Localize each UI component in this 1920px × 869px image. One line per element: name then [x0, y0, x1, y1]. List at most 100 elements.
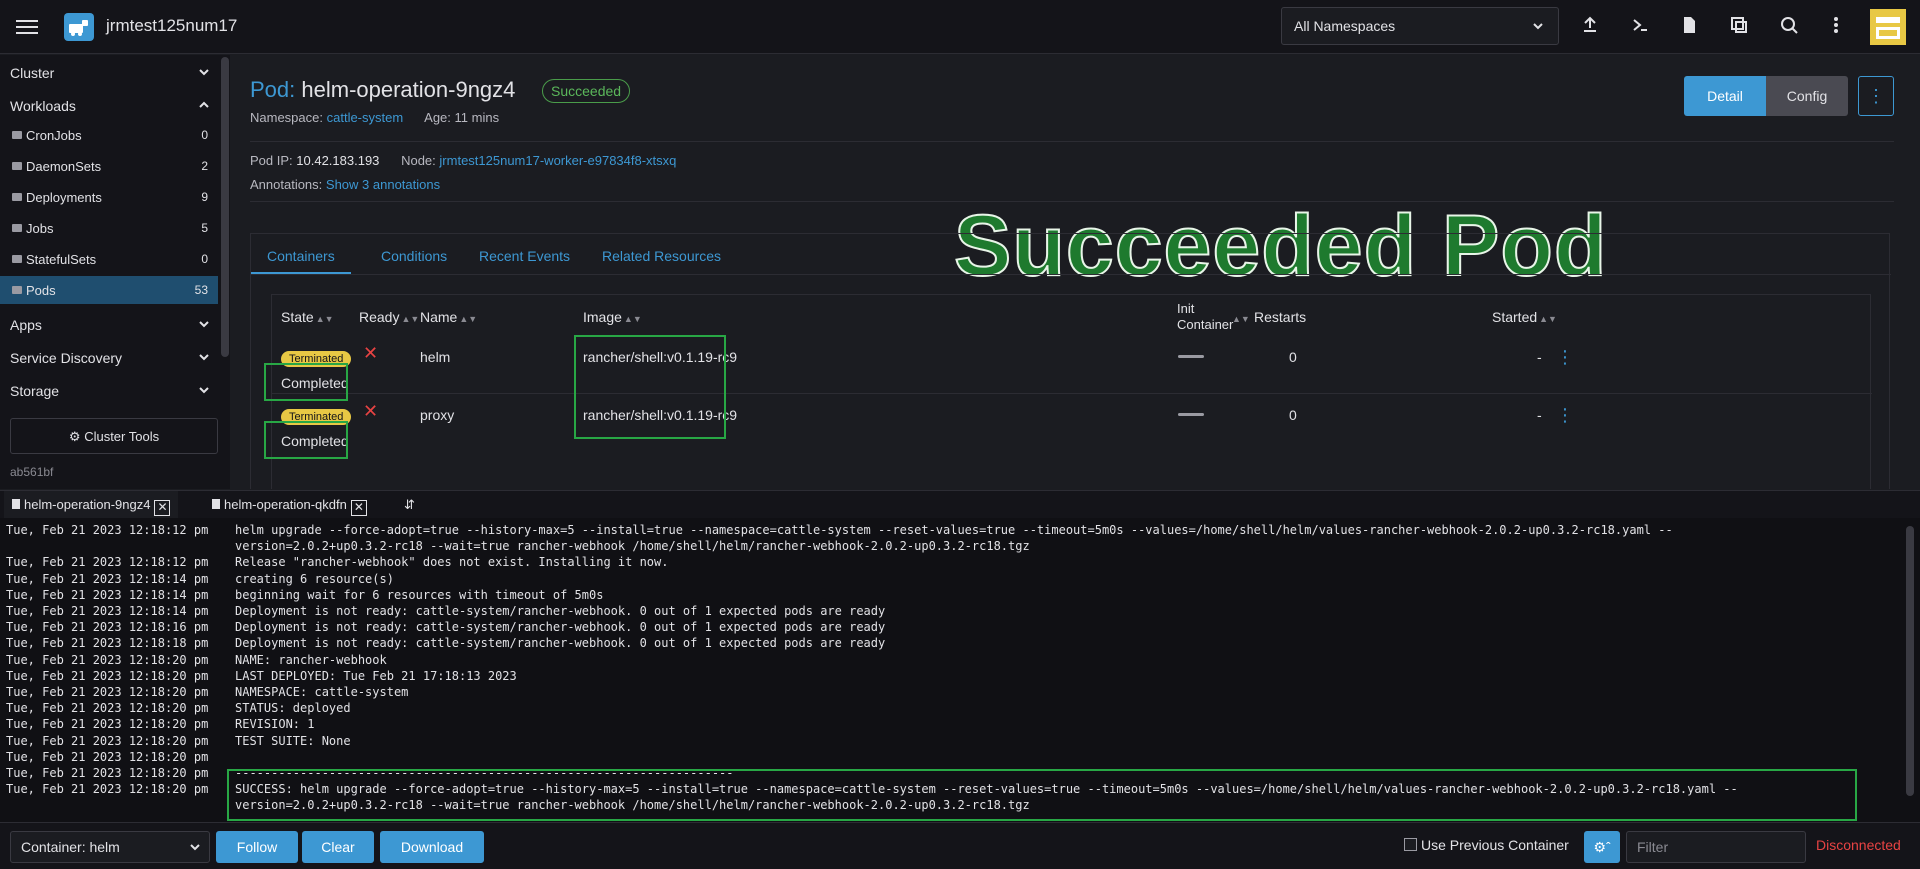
log-message: helm upgrade --force-adopt=true --histor…	[235, 523, 1673, 537]
log-message: STATUS: deployed	[235, 701, 351, 716]
sidebar-item-count: 0	[201, 128, 208, 142]
column-header-init-container[interactable]: Init Container	[1177, 301, 1237, 333]
clear-button[interactable]: Clear	[302, 831, 374, 863]
config-button[interactable]: Config	[1766, 76, 1848, 116]
top-header: jrmtest125num17 All Namespaces	[0, 0, 1920, 54]
more-vertical-icon: ⋮	[1867, 85, 1885, 106]
sidebar-item-label: Deployments	[26, 190, 102, 205]
file-icon	[212, 499, 220, 509]
not-ready-icon: ✕	[363, 401, 379, 421]
sidebar-group-apps[interactable]: Apps	[0, 309, 218, 339]
tab-conditions[interactable]: Conditions	[365, 234, 463, 274]
sort-icon: ▲▼	[315, 314, 334, 324]
log-message: SUCCESS: helm upgrade --force-adopt=true…	[235, 782, 1738, 797]
sidebar-item-label: StatefulSets	[26, 252, 97, 267]
copy-kubeconfig-icon[interactable]	[1727, 15, 1751, 39]
column-header-ready[interactable]: Ready ▲▼	[359, 309, 419, 325]
sidebar-item-count: 53	[194, 283, 208, 297]
log-timestamp: Tue, Feb 21 2023 12:18:20 pm	[6, 766, 209, 780]
download-button[interactable]: Download	[380, 831, 484, 863]
log-timestamp: Tue, Feb 21 2023 12:18:16 pm	[6, 620, 209, 635]
log-timestamp: Tue, Feb 21 2023 12:18:12 pm	[6, 555, 209, 570]
log-scrollbar[interactable]	[1906, 526, 1914, 796]
cluster-name[interactable]: jrmtest125num17	[106, 16, 237, 36]
log-tabs: helm-operation-9ngz4 ✕ helm-operation-qkd…	[0, 490, 1920, 519]
expand-collapse-icon[interactable]: ⇵	[396, 491, 423, 519]
row-actions-icon[interactable]: ⋮	[1556, 405, 1574, 426]
cluster-logo-icon[interactable]	[64, 13, 94, 41]
upload-icon[interactable]	[1578, 15, 1602, 39]
follow-button[interactable]: Follow	[216, 831, 298, 863]
log-message: TEST SUITE: None	[235, 733, 351, 748]
resource-kind-link[interactable]: Pod:	[250, 77, 295, 102]
sidebar-scrollbar[interactable]	[221, 57, 229, 357]
menu-icon[interactable]	[16, 16, 38, 38]
folder-icon	[12, 286, 22, 294]
tab-related-resources[interactable]: Related Resources	[586, 234, 737, 274]
kubectl-shell-icon[interactable]	[1628, 15, 1652, 39]
tab-containers[interactable]: Containers	[251, 234, 351, 274]
search-icon[interactable]	[1777, 15, 1801, 39]
sort-icon: ▲▼	[459, 314, 478, 324]
sidebar-group-workloads[interactable]: Workloads	[0, 90, 218, 120]
column-header-state[interactable]: State ▲▼	[281, 309, 334, 325]
sidebar-item-label: Jobs	[26, 221, 54, 236]
log-tab-helm-operation-9ngz4[interactable]: helm-operation-9ngz4 ✕	[4, 491, 179, 519]
sort-icon: ▲▼	[401, 314, 420, 324]
chevron-down-icon	[190, 844, 200, 851]
close-icon[interactable]: ✕	[350, 500, 367, 516]
actions-menu-button[interactable]: ⋮	[1858, 76, 1894, 116]
column-header-name[interactable]: Name ▲▼	[420, 309, 477, 325]
status-badge: Succeeded	[542, 79, 631, 103]
chevron-down-icon	[199, 321, 209, 328]
sidebar-group-storage[interactable]: Storage	[0, 375, 218, 405]
log-message: NAME: rancher-webhook	[235, 652, 387, 667]
row-divider	[272, 393, 1872, 394]
user-avatar[interactable]	[1870, 9, 1906, 45]
sidebar-item-count: 2	[201, 159, 208, 173]
log-tab-helm-operation-qkdfn[interactable]: helm-operation-qkdfn ✕	[204, 491, 375, 519]
chevron-up-icon	[199, 101, 209, 108]
sidebar-group-label: Workloads	[10, 98, 76, 114]
container-select[interactable]: Container: helm	[10, 831, 210, 863]
pod-ip-label: Pod IP:	[250, 153, 293, 168]
sidebar-item-deployments[interactable]: Deployments 9	[0, 183, 218, 211]
node-link[interactable]: jrmtest125num17-worker-e97834f8-xtsxq	[439, 153, 676, 168]
log-timestamp: Tue, Feb 21 2023 12:18:20 pm	[6, 782, 209, 797]
log-timestamp: Tue, Feb 21 2023 12:18:20 pm	[6, 668, 209, 683]
close-icon[interactable]: ✕	[154, 500, 171, 516]
log-timestamp: Tue, Feb 21 2023 12:18:14 pm	[6, 571, 209, 586]
sidebar-item-cronjobs[interactable]: CronJobs 0	[0, 121, 218, 149]
sidebar-item-pods[interactable]: Pods 53	[0, 276, 218, 304]
log-timestamp: Tue, Feb 21 2023 12:18:14 pm	[6, 587, 209, 602]
age-value: 11 mins	[454, 110, 500, 125]
chevron-down-icon	[199, 69, 209, 76]
log-timestamp: Tue, Feb 21 2023 12:18:20 pm	[6, 652, 209, 667]
column-header-restarts[interactable]: Restarts	[1254, 309, 1306, 325]
container-name: helm	[420, 349, 451, 365]
cluster-tools-button[interactable]: ⚙ Cluster Tools	[10, 418, 218, 454]
filter-input[interactable]	[1626, 831, 1806, 863]
namespace-link[interactable]: cattle-system	[327, 110, 404, 125]
folder-icon	[12, 162, 22, 170]
highlight-box	[574, 335, 726, 439]
log-message: Deployment is not ready: cattle-system/r…	[235, 636, 886, 651]
sidebar-item-count: 9	[201, 190, 208, 204]
sidebar-item-daemonsets[interactable]: DaemonSets 2	[0, 152, 218, 180]
use-previous-checkbox[interactable]	[1404, 838, 1417, 851]
log-timestamp: Tue, Feb 21 2023 12:18:12 pm	[6, 523, 209, 537]
column-header-image[interactable]: Image ▲▼	[583, 309, 642, 325]
sidebar-item-statefulsets[interactable]: StatefulSets 0	[0, 245, 218, 273]
row-actions-icon[interactable]: ⋮	[1556, 347, 1574, 368]
namespace-select[interactable]: All Namespaces	[1281, 7, 1559, 45]
more-vertical-icon[interactable]	[1824, 15, 1848, 39]
sidebar-item-jobs[interactable]: Jobs 5	[0, 214, 218, 242]
sidebar-group-service-discovery[interactable]: Service Discovery	[0, 342, 218, 372]
detail-button[interactable]: Detail	[1684, 76, 1766, 116]
kubeconfig-file-icon[interactable]	[1677, 15, 1701, 39]
log-settings-button[interactable]: ⚙ˆ	[1584, 831, 1620, 863]
tab-recent-events[interactable]: Recent Events	[463, 234, 586, 274]
show-annotations-link[interactable]: Show 3 annotations	[326, 177, 440, 192]
column-header-started[interactable]: Started ▲▼	[1492, 309, 1557, 325]
sidebar-group-cluster[interactable]: Cluster	[0, 57, 218, 87]
